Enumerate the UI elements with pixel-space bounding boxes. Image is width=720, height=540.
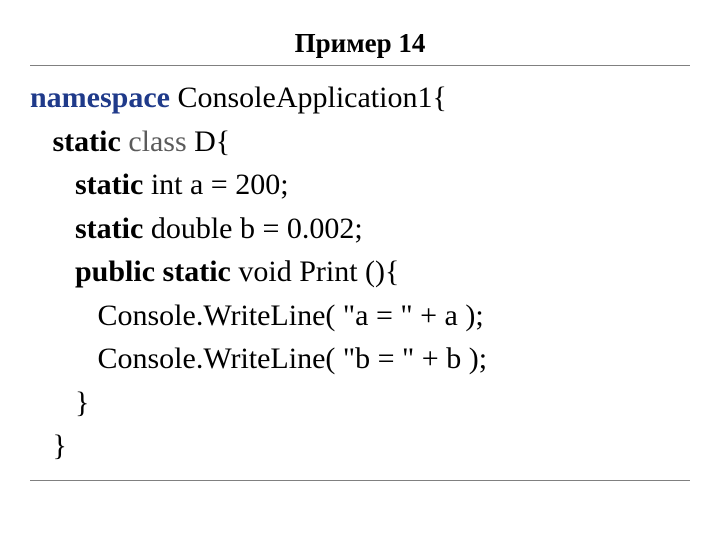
code-text: D{ <box>187 125 231 158</box>
code-line: static double b = 0.002; <box>30 207 690 251</box>
keyword-class: class <box>128 125 186 158</box>
code-line: Console.WriteLine( "a = " + a ); <box>30 294 690 338</box>
keyword-static: static <box>53 125 129 158</box>
code-line: namespace ConsoleApplication1{ <box>30 76 690 120</box>
code-line: } <box>30 424 690 468</box>
code-line: static class D{ <box>30 120 690 164</box>
code-line: Console.WriteLine( "b = " + b ); <box>30 337 690 381</box>
slide-title: Пример 14 <box>30 28 690 66</box>
code-text: void Print (){ <box>231 255 400 288</box>
code-line: public static void Print (){ <box>30 250 690 294</box>
keyword-public-static: public static <box>75 255 231 288</box>
keyword-namespace: namespace <box>30 81 170 114</box>
code-text: ConsoleApplication1{ <box>170 81 447 114</box>
indent <box>30 125 53 158</box>
slide: Пример 14 namespace ConsoleApplication1{… <box>0 0 720 540</box>
keyword-static: static <box>75 168 143 201</box>
indent <box>30 255 75 288</box>
keyword-static: static <box>75 212 143 245</box>
indent <box>30 168 75 201</box>
indent <box>30 212 75 245</box>
code-text: int a = 200; <box>143 168 288 201</box>
code-line: } <box>30 381 690 425</box>
code-line: static int a = 200; <box>30 163 690 207</box>
code-block: namespace ConsoleApplication1{ static cl… <box>30 76 690 481</box>
code-text: double b = 0.002; <box>143 212 362 245</box>
